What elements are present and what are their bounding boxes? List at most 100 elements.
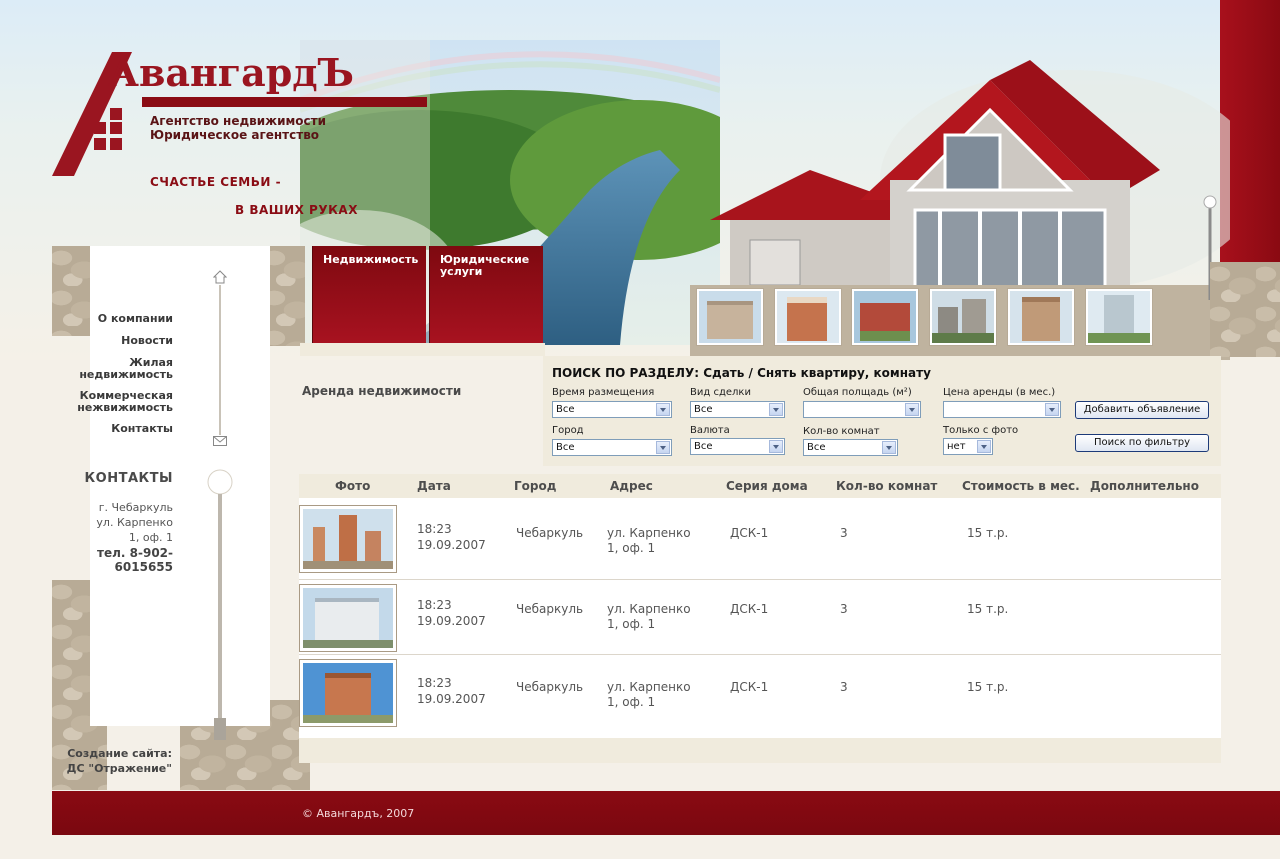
currency-select-value: Все bbox=[694, 441, 713, 452]
photo-only-select-value: нет bbox=[947, 441, 966, 452]
rooms-label: Кол-во комнат bbox=[803, 426, 880, 437]
city-select[interactable]: Все bbox=[552, 439, 672, 456]
building-thumbnail[interactable] bbox=[930, 289, 996, 345]
row-3-address-office: 1, оф. 1 bbox=[607, 695, 656, 709]
row-3-series: ДСК-1 bbox=[730, 680, 769, 694]
chevron-down-icon bbox=[977, 440, 991, 453]
time-select-value: Все bbox=[556, 404, 575, 415]
search-filter-button[interactable]: Поиск по фильтру bbox=[1075, 434, 1209, 452]
contact-phone: тел. 8-902-6015655 bbox=[97, 546, 173, 574]
row-2-series: ДСК-1 bbox=[730, 602, 769, 616]
building-thumbnail[interactable] bbox=[1008, 289, 1074, 345]
deal-label: Вид сделки bbox=[690, 387, 751, 398]
row-1-rooms: 3 bbox=[840, 526, 848, 540]
building-thumbnail[interactable] bbox=[1086, 289, 1152, 345]
contact-city: г. Чебаркуль bbox=[98, 501, 173, 514]
column-header-date: Дата bbox=[417, 479, 451, 493]
logo-subtitle-legal: Юридическое агентство bbox=[150, 128, 320, 142]
time-select[interactable]: Все bbox=[552, 401, 672, 418]
table-footer bbox=[299, 738, 1221, 763]
slogan-line-2: В ВАШИХ РУКАХ bbox=[235, 203, 358, 217]
mail-icon[interactable] bbox=[213, 436, 227, 446]
row-2-price: 15 т.р. bbox=[967, 602, 1009, 616]
price-label: Цена аренды (в мес.) bbox=[943, 387, 1056, 398]
nav-item-news[interactable]: Новости bbox=[121, 335, 173, 347]
chevron-down-icon bbox=[905, 403, 919, 416]
row-divider bbox=[299, 654, 1221, 655]
add-listing-button[interactable]: Добавить объявление bbox=[1075, 401, 1209, 419]
home-icon[interactable] bbox=[213, 270, 227, 284]
currency-select[interactable]: Все bbox=[690, 438, 785, 455]
page-bottom-margin bbox=[0, 835, 1280, 859]
listing-photo[interactable] bbox=[299, 505, 397, 573]
row-3-city: Чебаркуль bbox=[516, 680, 584, 694]
column-header-city: Город bbox=[514, 479, 557, 493]
row-3-rooms: 3 bbox=[840, 680, 848, 694]
area-select[interactable] bbox=[803, 401, 921, 418]
row-2-city: Чебаркуль bbox=[516, 602, 584, 616]
building-thumbnail[interactable] bbox=[852, 289, 918, 345]
rooms-select[interactable]: Все bbox=[803, 439, 898, 456]
currency-label: Валюта bbox=[690, 425, 730, 436]
contact-office: 1, оф. 1 bbox=[128, 531, 173, 544]
column-header-extra: Дополнительно bbox=[1090, 479, 1199, 493]
footer-copyright: © Авангардъ, 2007 bbox=[302, 807, 415, 820]
listing-photo[interactable] bbox=[299, 584, 397, 652]
contacts-block: г. Чебаркуль ул. Карпенко 1, оф. 1 тел. … bbox=[60, 501, 173, 574]
row-3-date: 19.09.2007 bbox=[417, 692, 486, 706]
row-2-date: 19.09.2007 bbox=[417, 614, 486, 628]
row-1-address-street: ул. Карпенко bbox=[607, 526, 691, 540]
sidebar-nav: О компании Новости Жилая недвижимость Ко… bbox=[60, 313, 173, 453]
tab-legal-services[interactable]: Юридические услуги bbox=[429, 246, 543, 344]
photo-only-select[interactable]: нет bbox=[943, 438, 993, 455]
column-header-rooms: Кол-во комнат bbox=[836, 479, 938, 493]
slogan-line-1: СЧАСТЬЕ СЕМЬИ - bbox=[150, 175, 282, 189]
logo-title[interactable]: АвангардЪ bbox=[108, 50, 354, 95]
contacts-heading: КОНТАКТЫ bbox=[84, 471, 173, 486]
page-title: Аренда недвижимости bbox=[302, 384, 462, 398]
row-3-price: 15 т.р. bbox=[967, 680, 1009, 694]
page-footer bbox=[52, 791, 1280, 835]
chevron-down-icon bbox=[882, 441, 896, 454]
column-header-address: Адрес bbox=[610, 479, 653, 493]
stone-wall-texture bbox=[1210, 262, 1280, 357]
city-select-value: Все bbox=[556, 442, 575, 453]
price-select[interactable] bbox=[943, 401, 1061, 418]
row-2-address-street: ул. Карпенко bbox=[607, 602, 691, 616]
column-header-photo: Фото bbox=[335, 479, 371, 493]
row-2-rooms: 3 bbox=[840, 602, 848, 616]
tab-underline-strip bbox=[300, 343, 545, 356]
tab-realty[interactable]: Недвижимость bbox=[312, 246, 426, 344]
row-2-address-office: 1, оф. 1 bbox=[607, 617, 656, 631]
filter-title: ПОИСК ПО РАЗДЕЛУ: Сдать / Снять квартиру… bbox=[552, 366, 931, 380]
chevron-down-icon bbox=[656, 403, 670, 416]
listing-photo[interactable] bbox=[299, 659, 397, 727]
row-1-price: 15 т.р. bbox=[967, 526, 1009, 540]
street-lamp-image bbox=[207, 469, 233, 740]
nav-item-commercial[interactable]: Коммерческая нежвижимость bbox=[60, 390, 173, 414]
row-1-city: Чебаркуль bbox=[516, 526, 584, 540]
row-1-series: ДСК-1 bbox=[730, 526, 769, 540]
deal-select-value: Все bbox=[694, 404, 713, 415]
stone-wall-texture bbox=[265, 246, 305, 346]
building-thumbnail[interactable] bbox=[775, 289, 841, 345]
row-1-time: 18:23 bbox=[417, 522, 452, 536]
rooms-select-value: Все bbox=[807, 442, 826, 453]
sidebar-divider-line bbox=[219, 285, 221, 435]
row-2-time: 18:23 bbox=[417, 598, 452, 612]
logo-underline bbox=[142, 97, 427, 107]
row-3-address-street: ул. Карпенко bbox=[607, 680, 691, 694]
nav-item-residential[interactable]: Жилая недвижимость bbox=[73, 357, 173, 381]
contact-street: ул. Карпенко bbox=[96, 516, 173, 529]
building-thumbnail[interactable] bbox=[697, 289, 763, 345]
row-divider bbox=[299, 579, 1221, 580]
chevron-down-icon bbox=[1045, 403, 1059, 416]
nav-item-contacts[interactable]: Контакты bbox=[111, 423, 173, 435]
nav-item-about[interactable]: О компании bbox=[98, 313, 173, 325]
deal-select[interactable]: Все bbox=[690, 401, 785, 418]
photo-only-label: Только с фото bbox=[943, 425, 1019, 436]
chevron-down-icon bbox=[769, 403, 783, 416]
city-label: Город bbox=[552, 425, 584, 436]
column-header-series: Серия дома bbox=[726, 479, 808, 493]
credits-studio-link[interactable]: ДС "Отражение" bbox=[52, 761, 172, 776]
